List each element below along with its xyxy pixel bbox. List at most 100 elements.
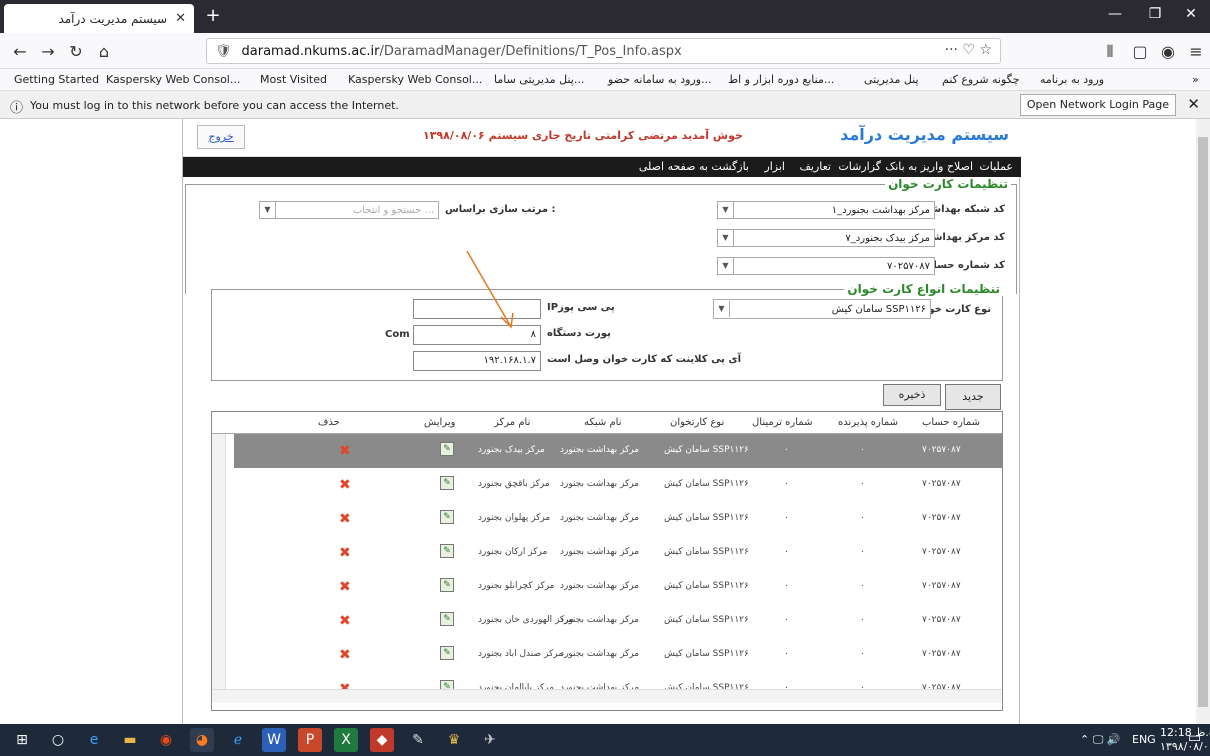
edit-icon[interactable]: ✎ xyxy=(440,646,454,660)
word-icon[interactable]: W xyxy=(262,728,286,752)
bookmark-kaspersky-1[interactable]: Kaspersky Web Consol... xyxy=(106,73,240,86)
health-network-select[interactable]: ▼ ۱_مرکز بهداشت بجنورد xyxy=(717,201,935,219)
table-row[interactable]: ۷۰۲۵۷۰۸۷ ۰ ۰ سامان کیش SSP۱۱۲۶ مرکز بهداشت ب… xyxy=(234,604,1002,638)
page-scroll-thumb[interactable] xyxy=(1198,137,1208,707)
edit-icon[interactable]: ✎ xyxy=(440,442,454,456)
search-icon[interactable]: ○ xyxy=(46,728,70,752)
help-icon: ⓘ xyxy=(10,101,24,116)
cell-center: مرکز بیدک بجنورد xyxy=(478,445,545,455)
minimize-icon[interactable]: — xyxy=(1100,6,1130,22)
edit-icon[interactable]: ✎ xyxy=(440,510,454,524)
overflow-chevron-icon[interactable]: » xyxy=(1192,73,1199,86)
url-domain: daramad.nkums.ac.ir xyxy=(241,43,380,59)
edit-icon[interactable]: ✎ xyxy=(440,544,454,558)
new-button[interactable]: جدید xyxy=(945,384,1001,410)
edit-icon[interactable]: ✎ xyxy=(440,578,454,592)
bookmark-resources[interactable]: منابع دوره ابزار و اط... xyxy=(728,73,834,86)
library-icon[interactable]: ⫴ xyxy=(1100,42,1120,62)
cell-type: سامان کیش SSP۱۱۲۶ xyxy=(664,581,749,591)
delete-icon[interactable]: ✖ xyxy=(339,613,351,629)
table-row[interactable]: ۷۰۲۵۷۰۸۷ ۰ ۰ سامان کیش SSP۱۱۲۶ مرکز بهداشت ب… xyxy=(234,570,1002,604)
ie-icon[interactable]: ℯ xyxy=(226,728,250,752)
delete-icon[interactable]: ✖ xyxy=(339,511,351,527)
delete-icon[interactable]: ✖ xyxy=(339,443,351,459)
client-ip-input[interactable]: ۱۹۲.۱۶۸.۱.۷ xyxy=(413,351,541,371)
type-select[interactable]: ▼ سامان کیش SSP۱۱۲۶ xyxy=(713,299,931,319)
app-icon[interactable]: ♛ xyxy=(442,728,466,752)
delete-icon[interactable]: ✖ xyxy=(339,477,351,493)
tab-close-icon[interactable]: ✕ xyxy=(175,11,186,26)
logout-button[interactable]: خروج xyxy=(197,125,245,149)
bookmark-most-visited[interactable]: Most Visited xyxy=(260,73,327,86)
cell-account: ۷۰۲۵۷۰۸۷ xyxy=(922,649,961,659)
maximize-icon[interactable]: ❐ xyxy=(1140,6,1170,22)
bookmark-star-icon[interactable]: ··· ♡ ☆ xyxy=(945,42,992,58)
bookmark-kaspersky-2[interactable]: Kaspersky Web Consol... xyxy=(348,73,482,86)
bookmark-how-start[interactable]: چگونه شروع کنم xyxy=(942,73,1020,86)
table-hscroll[interactable] xyxy=(212,689,1002,703)
cell-type: سامان کیش SSP۱۱۲۶ xyxy=(664,547,749,557)
clock-time[interactable]: 12:18 ب.ظ xyxy=(1160,726,1210,739)
save-button[interactable]: ذخیره xyxy=(883,384,941,406)
bookmark-admin-panel[interactable]: پنل مدیریتی xyxy=(864,73,919,86)
cell-network: مرکز بهداشت بجنورد xyxy=(560,649,640,659)
account-select[interactable]: ▼ ۷۰۲۵۷۰۸۷ xyxy=(717,257,935,275)
bookmark-login-app[interactable]: ورود به برنامه xyxy=(1040,73,1104,86)
table-row[interactable]: ۷۰۲۵۷۰۸۷ ۰ ۰ سامان کیش SSP۱۱۲۶ مرکز بهداشت ب… xyxy=(234,536,1002,570)
bookmarks-bar: Getting Started Kaspersky Web Consol... … xyxy=(0,69,1210,91)
windows-start-icon[interactable]: ⊞ xyxy=(10,728,34,752)
notice-close-icon[interactable]: ✕ xyxy=(1187,95,1200,113)
center-select[interactable]: ▼ ۷_مرکز بیدک بجنورد xyxy=(717,229,935,247)
delete-icon[interactable]: ✖ xyxy=(339,545,351,561)
edit-icon[interactable]: ✎ xyxy=(440,612,454,626)
cell-acceptor: ۰ xyxy=(860,649,865,659)
browser-tab[interactable]: سیستم مدیریت درآمد ✕ xyxy=(4,4,194,33)
bookmark-attendance[interactable]: ورود به سامانه حضو... xyxy=(608,73,712,86)
close-window-icon[interactable]: ✕ xyxy=(1176,6,1206,22)
chrome-icon[interactable]: ◉ xyxy=(154,728,178,752)
new-tab-icon[interactable]: + xyxy=(202,6,224,28)
table-row[interactable]: ۷۰۲۵۷۰۸۷ ۰ ۰ سامان کیش SSP۱۱۲۶ مرکز بهداشت ب… xyxy=(234,434,1002,468)
table-row[interactable]: ۷۰۲۵۷۰۸۷ ۰ ۰ سامان کیش SSP۱۱۲۶ مرکز بهداشت ب… xyxy=(234,638,1002,672)
powerpoint-icon[interactable]: P xyxy=(298,728,322,752)
menu-icon[interactable]: ≡ xyxy=(1186,42,1206,61)
reload-icon[interactable]: ↻ xyxy=(66,42,86,61)
cell-terminal: ۰ xyxy=(784,615,789,625)
menu-bank-fix[interactable]: اصلاح واریز به بانک xyxy=(885,160,973,173)
clock-date[interactable]: ۱۳۹۸/۰۸/۰۶ xyxy=(1160,740,1210,753)
bookmark-pos-panel[interactable]: پنل مدیریتی ساما... xyxy=(494,73,584,86)
table-row[interactable]: ۷۰۲۵۷۰۸۷ ۰ ۰ سامان کیش SSP۱۱۲۶ مرکز بهداشت ب… xyxy=(234,502,1002,536)
menu-tools[interactable]: ابزار xyxy=(764,160,785,173)
tool-icon[interactable]: ✈ xyxy=(478,728,502,752)
page-scrollbar[interactable] xyxy=(1196,119,1210,724)
notification-icon[interactable]: ▭ xyxy=(1188,730,1201,746)
explorer-icon[interactable]: ▬ xyxy=(118,728,142,752)
language-indicator[interactable]: ENG xyxy=(1132,733,1156,746)
menu-definitions[interactable]: تعاریف xyxy=(800,160,831,173)
home-icon[interactable]: ⌂ xyxy=(94,42,114,61)
anydesk-icon[interactable]: ◆ xyxy=(370,728,394,752)
account-icon[interactable]: ◉ xyxy=(1158,42,1178,61)
tray-icons[interactable]: ⌃ 🖵 🔊 xyxy=(1080,733,1121,747)
open-network-login-button[interactable]: Open Network Login Page xyxy=(1019,94,1176,116)
table-row[interactable]: ۷۰۲۵۷۰۸۷ ۰ ۰ سامان کیش SSP۱۱۲۶ مرکز بهداشت ب… xyxy=(234,468,1002,502)
back-icon[interactable]: ← xyxy=(10,42,30,61)
firefox-icon[interactable]: ◕ xyxy=(190,728,214,752)
delete-icon[interactable]: ✖ xyxy=(339,579,351,595)
sidebar-icon[interactable]: ▢ xyxy=(1130,42,1150,61)
edge-icon[interactable]: e xyxy=(82,728,106,752)
menu-reports[interactable]: گزارشات xyxy=(838,160,881,173)
sort-select[interactable]: ▼ جستجو و انتخاب ... xyxy=(259,201,439,219)
address-bar[interactable]: 🛡 daramad.nkums.ac.ir/DaramadManager/Def… xyxy=(206,38,1001,64)
excel-icon[interactable]: X xyxy=(334,728,358,752)
card-reader-types-legend: تنظیمات انواع کارت خوان xyxy=(844,282,1003,296)
bookmark-getting-started[interactable]: Getting Started xyxy=(14,73,99,86)
edit-icon[interactable]: ✎ xyxy=(440,476,454,490)
menu-operations[interactable]: عملیات xyxy=(979,160,1013,173)
table-vscroll[interactable] xyxy=(212,434,226,689)
pen-icon[interactable]: ✎ xyxy=(406,728,430,752)
network-notice-text: You must log in to this network before y… xyxy=(30,99,399,112)
menu-back-home[interactable]: بازگشت به صفحه اصلی xyxy=(639,160,749,173)
forward-icon[interactable]: → xyxy=(38,42,58,61)
delete-icon[interactable]: ✖ xyxy=(339,647,351,663)
